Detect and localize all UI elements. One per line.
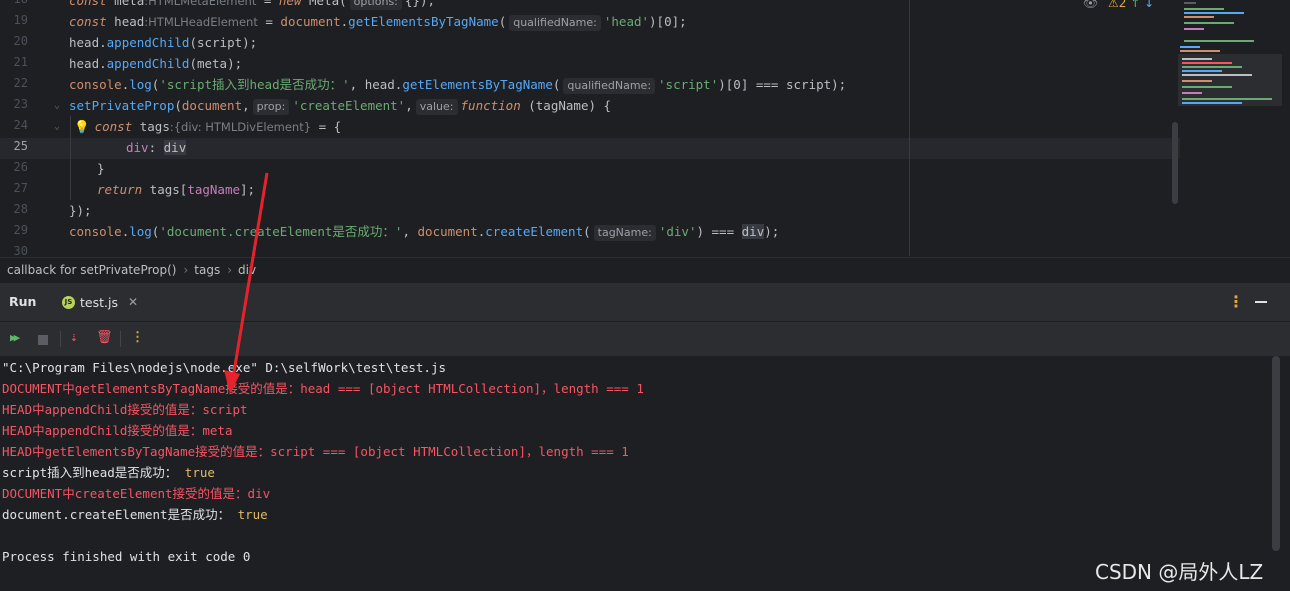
breadcrumb-item[interactable]: tags [194,263,220,277]
code-line-23: setPrivateProp(document, prop:'createElem… [69,98,612,115]
code-line-24: 💡 const tags:{div: HTMLDivElement} = { [74,119,342,134]
console-line: Process finished with exit code 0 [2,549,251,564]
minimize-icon[interactable] [1255,301,1267,303]
code-line-19: const head:HTMLHeadElement = document.ge… [69,14,687,31]
clear-all-icon[interactable]: 🗑 [96,331,113,345]
line-number: 23 [13,97,28,111]
param-hint: value: [415,99,458,115]
code-line-25: div: div [126,140,187,155]
more-actions-icon[interactable]: ⋮ [131,331,144,345]
line-number: 21 [13,55,28,69]
line-number: 19 [13,13,28,27]
line-number: 22 [13,76,28,90]
console-line: script插入到head是否成功： true [2,465,215,480]
console-scrollbar[interactable] [1272,356,1280,551]
console-line: HEAD中getElementsByTagName接受的值是：script ==… [2,444,629,459]
console-line: DOCUMENT中createElement接受的值是：div [2,486,271,501]
run-toolbar: ▶▶ ⇣ 🗑 ⋮ [0,321,1290,356]
warning-indicator[interactable]: ⚠2 ↑ ↓ [1108,0,1154,10]
scroll-to-end-icon[interactable]: ⇣ [70,331,78,345]
breadcrumb-item[interactable]: callback for setPrivateProp() [7,263,176,277]
stop-icon[interactable] [38,335,48,345]
toolbar-separator [120,331,121,347]
console-line: HEAD中appendChild接受的值是：meta [2,423,233,438]
right-margin-guide [909,0,910,256]
line-number: 28 [13,202,28,216]
watermark: CSDN @局外人LZ [1095,560,1264,584]
tab-label: test.js [80,294,118,310]
code-line-22: console.log('script插入到head是否成功：', head.g… [69,77,847,94]
editor-scrollbar[interactable] [1172,122,1178,204]
param-hint: prop: [252,99,290,115]
param-hint: tagName: [593,225,656,241]
code-line-29: console.log('document.createElement是否成功：… [69,224,780,241]
fold-chevron-icon[interactable]: ⌄ [54,100,60,111]
close-icon[interactable]: ✕ [128,295,138,309]
js-file-icon: JS [62,295,75,309]
console-line: HEAD中appendChild接受的值是：script [2,402,248,417]
rerun-icon[interactable]: ▶▶ [10,331,20,345]
toolbar-separator [60,331,61,347]
fold-chevron-icon[interactable]: ⌄ [54,121,60,132]
warning-icon: ⚠ [1108,0,1119,10]
breadcrumb: callback for setPrivateProp() › tags › div [0,257,1290,282]
run-tool-window-header: Run JS test.js ✕ ⋮ [0,282,1290,323]
console-line: "C:\Program Files\nodejs\node.exe" D:\se… [2,360,447,375]
param-hint: qualifiedName: [563,78,656,94]
line-number: 26 [13,160,28,174]
warning-count: 2 [1118,0,1127,10]
lightbulb-icon[interactable]: 💡 [74,119,90,134]
tab-test-js[interactable]: JS test.js ✕ [54,283,147,323]
line-number: 30 [13,244,28,256]
line-number-current: 25 [13,139,28,153]
code-line-27: return tags[tagName]; [97,182,256,197]
breadcrumb-item[interactable]: div [238,263,256,277]
breadcrumb-separator-icon: › [227,263,233,277]
line-number: 18 [0,0,28,6]
line-number: 27 [13,181,28,195]
line-gutter: 18 19 20 21 22 23 24 25 26 27 28 29 30 ⌄… [0,0,66,256]
param-hint: options: [349,0,402,10]
indent-guide [70,116,71,200]
line-number: 24 [13,118,28,132]
code-line-18: const meta:HTMLMetaElement = new Meta(op… [69,0,435,11]
console-line: DOCUMENT中getElementsByTagName接受的值是：head … [2,381,644,396]
console-line: document.createElement是否成功： true [2,507,268,522]
code-line-20: head.appendChild(script); [69,35,258,50]
line-number: 20 [13,34,28,48]
code-editor[interactable]: 18 19 20 21 22 23 24 25 26 27 28 29 30 ⌄… [0,0,1290,256]
line-number: 29 [13,223,28,237]
run-panel-title: Run [9,294,37,309]
code-line-21: head.appendChild(meta); [69,56,243,71]
code-line-26: } [97,161,105,176]
breadcrumb-separator-icon: › [183,263,189,277]
more-options-icon[interactable]: ⋮ [1228,292,1244,311]
reader-mode-eye-icon[interactable]: 👁 [1083,0,1098,10]
param-hint: qualifiedName: [509,15,601,31]
code-minimap[interactable] [1178,0,1282,120]
code-line-28: }); [69,203,92,218]
